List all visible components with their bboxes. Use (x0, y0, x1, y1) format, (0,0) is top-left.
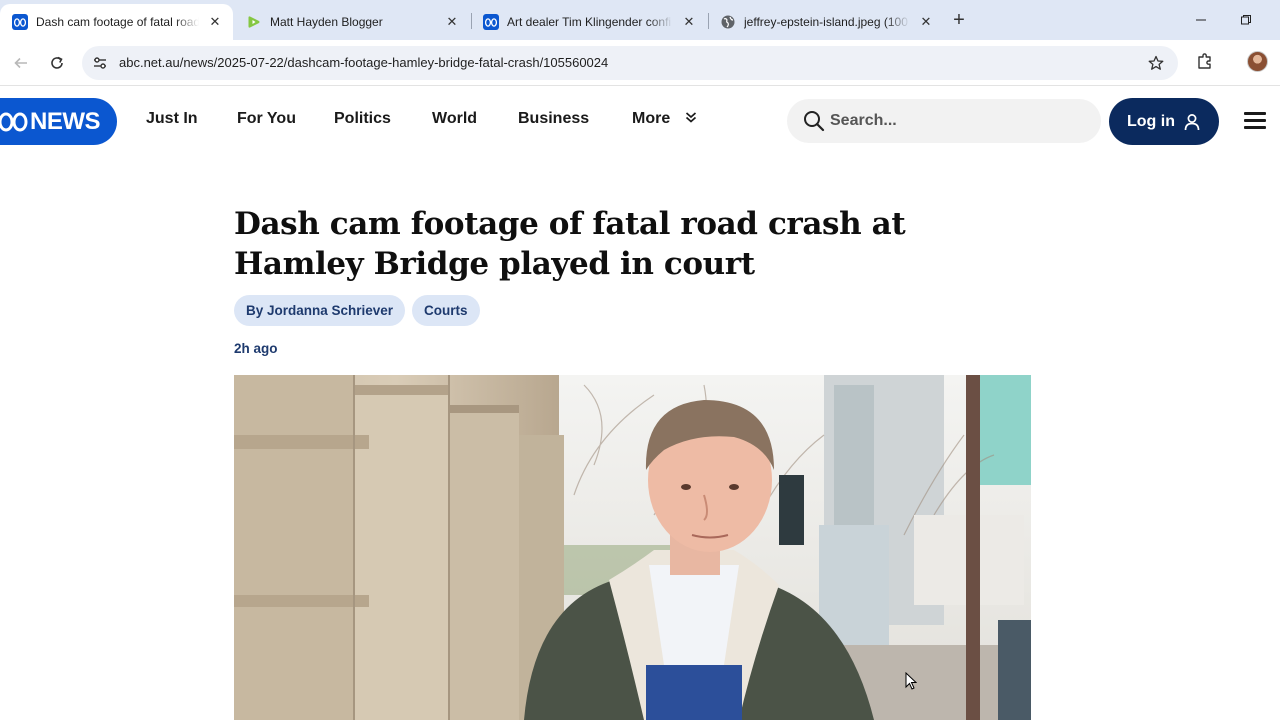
user-icon (1183, 113, 1201, 131)
logo-text: NEWS (30, 107, 101, 135)
reload-icon[interactable] (45, 51, 69, 75)
hero-photo-man-outside-court (234, 375, 1031, 720)
nav-business[interactable]: Business (518, 110, 589, 134)
login-label: Log in (1127, 112, 1175, 130)
site-header: NEWS Just In For You Politics World Busi… (0, 86, 1280, 158)
nav-world[interactable]: World (432, 110, 477, 134)
nav-for-you[interactable]: For You (237, 110, 296, 134)
close-tab-icon[interactable]: ✕ (681, 14, 697, 30)
topic-pill-courts[interactable]: Courts (412, 295, 480, 326)
search-input[interactable] (830, 109, 1080, 133)
browser-tab-active[interactable]: Dash cam footage of fatal road crash at … (0, 4, 233, 40)
byline-pill[interactable]: By Jordanna Schriever (234, 295, 406, 326)
article-headline: Dash cam footage of fatal road crash at … (234, 206, 906, 282)
nav-just-in[interactable]: Just In (146, 110, 198, 134)
browser-tab[interactable]: jeffrey-epstein-island.jpeg (100 ✕ (708, 4, 944, 40)
close-tab-icon[interactable]: ✕ (918, 14, 934, 30)
url-text: abc.net.au/news/2025-07-22/dashcam-foota… (119, 55, 609, 70)
abc-favicon-icon (12, 14, 28, 30)
hero-video[interactable] (234, 375, 1031, 720)
search-icon (803, 110, 825, 132)
globe-icon (720, 14, 736, 30)
tab-title: jeffrey-epstein-island.jpeg (100 (744, 15, 908, 29)
back-arrow-icon[interactable] (9, 51, 33, 75)
nav-politics[interactable]: Politics (334, 110, 391, 134)
browser-toolbar: abc.net.au/news/2025-07-22/dashcam-foota… (0, 40, 1280, 86)
close-tab-icon[interactable]: ✕ (207, 14, 223, 30)
close-tab-icon[interactable]: ✕ (444, 14, 460, 30)
profile-avatar[interactable] (1247, 51, 1268, 72)
menu-hamburger-icon[interactable] (1244, 112, 1266, 130)
login-button[interactable]: Log in (1109, 98, 1219, 145)
mouse-cursor-icon (905, 672, 917, 690)
browser-tab[interactable]: Art dealer Tim Klingender confi ✕ (471, 4, 707, 40)
tab-title: Matt Hayden Blogger (270, 15, 383, 29)
bookmark-star-icon[interactable] (1146, 53, 1166, 73)
abc-news-logo[interactable]: NEWS (0, 98, 117, 145)
site-info-icon[interactable] (90, 53, 110, 73)
nav-more[interactable]: More (632, 110, 697, 134)
rumble-favicon-icon (246, 14, 262, 30)
browser-tab-strip: Dash cam footage of fatal road crash at … (0, 0, 1280, 40)
address-bar[interactable]: abc.net.au/news/2025-07-22/dashcam-foota… (82, 46, 1178, 80)
extensions-puzzle-icon[interactable] (1194, 50, 1216, 72)
browser-tab[interactable]: Matt Hayden Blogger ✕ (234, 4, 470, 40)
nav-more-label: More (632, 110, 671, 128)
abc-favicon-icon (483, 14, 499, 30)
abc-logo-icon (0, 111, 28, 133)
chevron-down-icon (685, 110, 697, 128)
restore-window-button[interactable] (1236, 10, 1256, 30)
minimize-window-button[interactable] (1191, 10, 1211, 30)
tab-title: Dash cam footage of fatal road crash at … (36, 15, 199, 29)
publish-time: 2h ago (234, 341, 278, 356)
site-search[interactable] (787, 99, 1101, 143)
new-tab-button[interactable]: + (948, 10, 970, 32)
tab-title: Art dealer Tim Klingender confi (507, 15, 672, 29)
